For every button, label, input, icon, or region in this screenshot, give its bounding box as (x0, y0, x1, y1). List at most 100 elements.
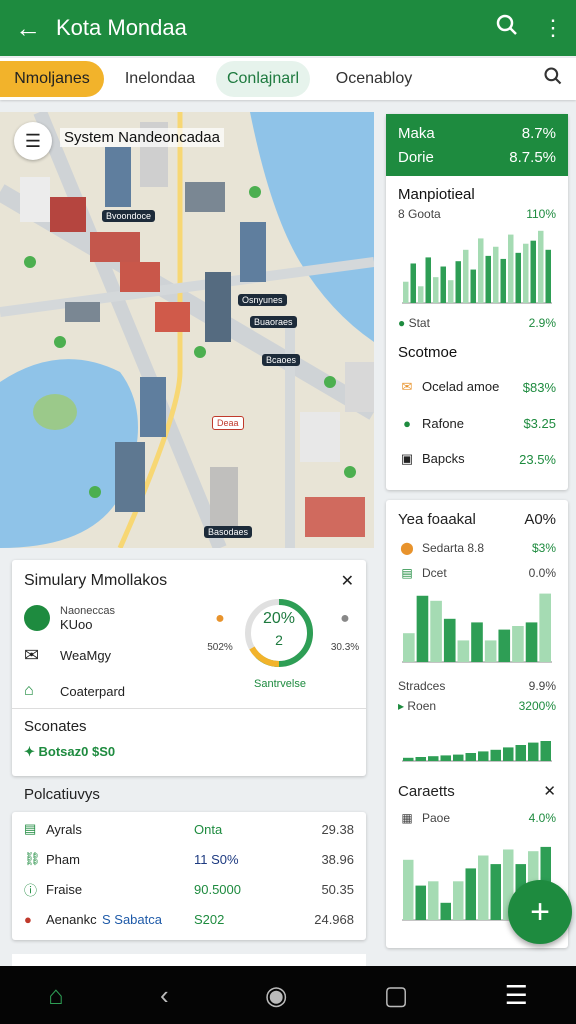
bar-chart (402, 230, 552, 304)
map-pin[interactable]: Bvoondoce (102, 210, 156, 222)
nav-back-icon[interactable]: ‹ (160, 980, 169, 1011)
home-icon[interactable]: ⌂ (48, 980, 64, 1011)
bar (440, 266, 446, 303)
search-icon[interactable] (484, 13, 530, 43)
arrow-icon: ▸ (398, 699, 408, 713)
tab-4[interactable]: Ocenabloy (316, 61, 432, 97)
cell-1: Aenankc (46, 911, 97, 927)
bar (457, 640, 470, 662)
nav-home-icon[interactable]: ◉ (265, 980, 288, 1011)
bar (539, 593, 551, 662)
city-map[interactable]: ☰ System Nandeoncadaa Bvoondoce Osnyunes… (0, 112, 374, 548)
bar (453, 754, 464, 761)
bar (493, 246, 499, 303)
bar (470, 269, 476, 303)
app-title: Kota Mondaa (56, 15, 187, 40)
map-menu-icon[interactable]: ☰ (14, 122, 52, 160)
tab-1[interactable]: Nmoljanes (0, 61, 104, 97)
section-title: Caraetts (398, 782, 455, 800)
table-row[interactable]: ● Aenankc S Sabatca S202 24.968 (12, 904, 366, 934)
map-graphic (0, 112, 374, 548)
location-pin-icon: ● (340, 610, 350, 627)
arrow-left-icon[interactable]: ← (0, 13, 56, 44)
row-value: 0.0% (528, 566, 556, 580)
bar (478, 238, 484, 303)
item-label: Bapcks (422, 451, 465, 466)
stats-card: Maka 8.7% Dorie 8.7.5% Manpiotieal 8 Goota… (386, 114, 568, 490)
bar (498, 629, 511, 662)
bar-chart (402, 741, 552, 762)
gauge-label: Santrvelse (254, 678, 306, 690)
map-pin[interactable]: Basodaes (204, 526, 253, 538)
stat-label-text: Stat (408, 316, 430, 330)
cell-1: Pham (46, 851, 80, 867)
bar (523, 243, 529, 303)
nav-recent-icon[interactable]: ▢ (384, 980, 409, 1011)
header-value: 8.7% (521, 125, 556, 142)
map-pin[interactable]: Deaa (212, 416, 244, 430)
bar (478, 751, 489, 761)
policy-title: Polcatiuvys (24, 786, 100, 803)
close-icon[interactable]: ✕ (543, 782, 556, 800)
tab-2[interactable]: Inelondaa (110, 61, 210, 97)
list-item[interactable]: ✉ Ocelad amoe $83% (386, 369, 568, 405)
cell-2: S202 (194, 911, 225, 927)
bar (440, 755, 451, 761)
bar (515, 745, 526, 761)
bar (508, 234, 514, 303)
row-value: 4.0% (528, 811, 556, 825)
policy-table: ▤ Ayrals Onta 29.38 ⛓ Pham 11 S0% 38.96 ⓘ Fraise 9… (12, 814, 366, 934)
search-icon[interactable] (530, 66, 576, 92)
leaf-icon: ● (403, 415, 411, 431)
grid-icon: ▦ (401, 811, 413, 825)
cell-1b: S Sabatca (102, 911, 162, 927)
bar (428, 756, 439, 761)
progress-gauge: 20% 2 (242, 596, 316, 670)
doc-icon: ▤ (24, 821, 37, 836)
list-item[interactable]: ✉ WeaMgy (24, 636, 194, 674)
cell-3: 38.96 (321, 851, 354, 867)
list-item[interactable]: ● Rafone $3.25 (386, 405, 568, 441)
bar (416, 595, 429, 662)
bar (443, 618, 456, 662)
row-label: Sedarta 8.8 (422, 541, 485, 555)
bar (540, 741, 551, 761)
table-row[interactable]: ⛓ Pham 11 S0% 38.96 (12, 844, 366, 874)
cell-2: 11 S0% (194, 851, 239, 867)
bar (463, 249, 469, 303)
store-icon: ⌂ (24, 682, 34, 699)
map-title: System Nandeoncadaa (60, 128, 224, 147)
gauge-value: 20% (262, 610, 296, 627)
list-item[interactable]: ▣ Bapcks 23.5% (386, 441, 568, 477)
bar (425, 257, 431, 303)
bar (465, 868, 476, 920)
map-pin[interactable]: Bcaoes (262, 354, 301, 366)
section-value: ✦ Botsaz0 $S0 (24, 744, 115, 760)
map-pin[interactable]: Osnyunes (238, 294, 287, 306)
cell-1: Fraise (46, 881, 83, 897)
close-icon[interactable]: ✕ (341, 571, 354, 591)
bar (418, 286, 424, 303)
bar (538, 230, 544, 303)
tab-bar: Nmoljanes Inelondaa Conlajnarl Ocenabloy (0, 58, 576, 100)
add-button[interactable]: + (508, 880, 572, 944)
item-value: $3.25 (523, 415, 556, 431)
tab-3[interactable]: Conlajnarl (216, 61, 310, 97)
table-row[interactable]: ⓘ Fraise 90.5000 50.35 (12, 874, 366, 904)
map-pin[interactable]: Buaoraes (250, 316, 297, 328)
sub-label: 8 Goota (398, 207, 441, 221)
more-vert-icon[interactable]: ⋮ (530, 15, 576, 41)
row-value: 9.9% (528, 679, 556, 693)
row-label: Naoneccas (60, 604, 116, 617)
list-item[interactable]: ⌂ Coaterpard (24, 674, 194, 708)
stats-header: Maka 8.7% Dorie 8.7.5% (386, 114, 568, 176)
bar (471, 622, 483, 662)
row-sub: KUoo (60, 616, 93, 632)
bar (490, 749, 501, 761)
bar (415, 885, 426, 920)
menu-icon[interactable]: ☰ (505, 980, 528, 1011)
stat-value: 2.9% (528, 316, 556, 330)
row-label: Dcet (422, 566, 447, 580)
table-row[interactable]: ▤ Ayrals Onta 29.38 (12, 814, 366, 844)
list-item[interactable]: Naoneccas KUoo (24, 600, 194, 636)
